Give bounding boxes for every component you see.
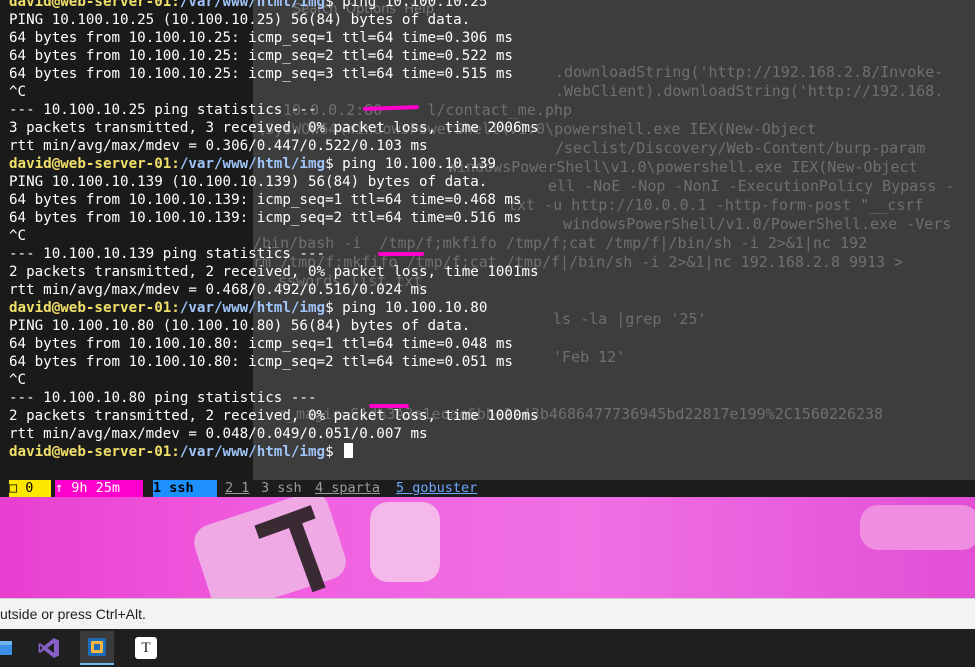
taskbar: T [0,629,975,667]
terminal-output-line: 64 bytes from 10.100.10.80: icmp_seq=1 t… [9,336,513,352]
terminal-output-line: PING 10.100.10.139 (10.100.10.139) 56(84… [9,174,488,190]
tmux-tab-3[interactable]: 3 ssh [261,480,302,497]
terminal-output-line: 2 packets transmitted, 2 received, 0% pa… [9,408,539,424]
terminal-output-line: 64 bytes from 10.100.10.25: icmp_seq=3 t… [9,66,513,82]
terminal-command: ping 10.100.10.139 [333,156,496,172]
terminal-output-line: 64 bytes from 10.100.10.25: icmp_seq=2 t… [9,48,513,64]
terminal-command [334,444,343,460]
prompt-path: /var/www/html/img [179,300,326,316]
terminal-output-line: ^C [9,84,27,100]
prompt-path: /var/www/html/img [179,444,326,460]
vm-capture-hint-text: utside or press Ctrl+Alt. [0,606,146,622]
tmux-tab-5[interactable]: 5 gobuster [396,480,477,497]
vs-icon-partial[interactable] [0,631,20,665]
prompt-separator: : [171,0,180,10]
terminal-output-line: PING 10.100.10.25 (10.100.10.25) 56(84) … [9,12,471,28]
terminal-output-line: PING 10.100.10.80 (10.100.10.80) 56(84) … [9,318,471,334]
terminal-output-line: 64 bytes from 10.100.10.139: icmp_seq=1 … [9,192,522,208]
wallpaper-shape [370,502,440,582]
tmux-window-index: □ 0 [9,480,51,497]
terminal-output-line: ^C [9,228,27,244]
prompt-separator: : [171,300,180,316]
tmux-tab-4[interactable]: 4 sparta [315,480,380,497]
vm-capture-hint-bar: utside or press Ctrl+Alt. [0,598,975,630]
prompt-symbol: $ [325,444,334,460]
terminal-output-line: 64 bytes from 10.100.10.80: icmp_seq=2 t… [9,354,513,370]
terminal-output-line: --- 10.100.10.80 ping statistics --- [9,390,317,406]
prompt-path: /var/www/html/img [179,0,326,10]
highlight-mark-ttl [369,404,409,408]
typora-icon-letter: T [135,637,157,659]
terminal-cursor [344,443,354,458]
tmux-uptime: ↑ 9h 25m [55,480,143,497]
prompt-separator: : [171,444,180,460]
terminal-output-line: 2 packets transmitted, 2 received, 0% pa… [9,264,539,280]
terminal-output-line: --- 10.100.10.139 ping statistics --- [9,246,326,262]
tmux-tab-current[interactable]: 1 ssh [153,480,217,497]
terminal-output-line: 64 bytes from 10.100.10.25: icmp_seq=1 t… [9,30,513,46]
terminal-output-line: ^C [9,372,27,388]
prompt-symbol: $ [325,156,334,172]
prompt-user: david@web-server-01 [9,300,172,316]
tmux-tab-2[interactable]: 2 1 [225,480,249,497]
terminal-prompt-line: david@web-server-01:/var/www/html/img$ p… [9,155,496,173]
terminal-command: ping 10.100.10.80 [333,300,488,316]
terminal-output-line: 3 packets transmitted, 3 received, 0% pa… [9,120,539,136]
tmux-status-bar: □ 0 ↑ 9h 25m 1 ssh 2 1 3 ssh 4 sparta 5 … [0,480,975,497]
terminal-prompt-line: david@web-server-01:/var/www/html/img$ p… [9,299,487,317]
prompt-symbol: $ [325,300,334,316]
terminal-output-line: rtt min/avg/max/mdev = 0.306/0.447/0.522… [9,138,428,154]
prompt-user: david@web-server-01 [9,0,172,10]
highlight-mark-ttl [362,105,420,111]
terminal-command: ping 10.100.10.25 [333,0,488,10]
terminal-output-line: --- 10.100.10.25 ping statistics --- [9,102,317,118]
terminal-prompt-line: david@web-server-01:/var/www/html/img$ p… [9,0,487,11]
prompt-user: david@web-server-01 [9,444,172,460]
prompt-user: david@web-server-01 [9,156,172,172]
highlight-mark-ttl [378,252,424,256]
typora-icon[interactable]: T [129,631,163,665]
terminal-prompt-line: david@web-server-01:/var/www/html/img$ [9,443,354,461]
prompt-separator: : [171,156,180,172]
terminal-output-line: 64 bytes from 10.100.10.139: icmp_seq=2 … [9,210,522,226]
wallpaper-shape [189,497,351,598]
terminal-output-line: rtt min/avg/max/mdev = 0.468/0.492/0.516… [9,282,428,298]
prompt-symbol: $ [325,0,334,10]
prompt-path: /var/www/html/img [179,156,326,172]
terminal-output[interactable]: david@web-server-01:/var/www/html/img$ p… [0,0,975,480]
wallpaper-shape [860,505,975,550]
desktop-wallpaper [0,497,975,598]
terminal-output-line: rtt min/avg/max/mdev = 0.048/0.049/0.051… [9,426,428,442]
visual-studio-icon[interactable] [32,631,66,665]
virtualbox-icon[interactable] [80,631,114,665]
